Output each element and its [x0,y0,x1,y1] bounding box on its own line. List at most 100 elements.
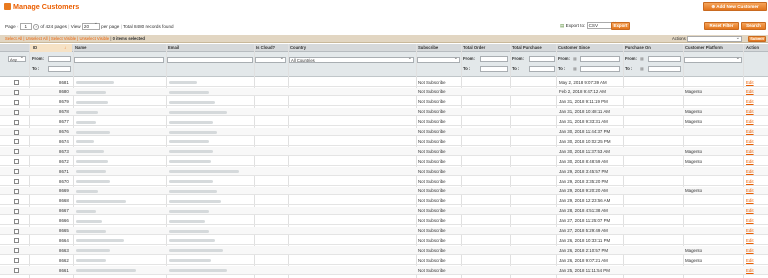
page-input[interactable]: 1 [19,23,32,31]
row-checkbox[interactable] [14,119,19,125]
name-filter-input[interactable] [74,57,164,63]
col-id[interactable]: ID [33,45,37,50]
export-button[interactable]: Export [611,22,630,30]
subscribe-select[interactable] [417,55,460,63]
edit-link[interactable]: Edit [746,218,754,223]
table-row[interactable]: 8677 Not Subscribe Jan 31, 2018 9:33:31 AM… [0,118,768,127]
row-checkbox[interactable] [14,129,19,135]
add-customer-button[interactable]: ⊕ Add New Customer [703,2,767,11]
table-row[interactable]: 8663 Not Subscribe Jan 26, 2018 2:10:57 PM… [0,246,768,255]
row-checkbox[interactable] [14,208,19,214]
row-checkbox[interactable] [14,198,19,204]
country-select[interactable]: All Countries [289,55,414,63]
table-row[interactable]: 8661 Not Subscribe Jan 25, 2018 11:11:54 P… [0,266,768,275]
calendar-icon[interactable]: ▦ [573,56,577,61]
col-country[interactable]: Country [290,45,306,50]
since-to-input[interactable] [580,66,620,72]
calendar-icon[interactable]: ▦ [640,66,644,71]
total-purchase-from[interactable] [529,56,555,62]
row-checkbox[interactable] [14,188,19,194]
row-checkbox[interactable] [14,218,19,224]
row-checkbox[interactable] [14,89,19,95]
search-button[interactable]: Search [741,22,766,30]
col-total-purchase[interactable]: Total Purchase [512,45,542,50]
col-customer-since[interactable]: Customer Since [558,45,590,50]
edit-link[interactable]: Edit [746,149,754,154]
col-name[interactable]: Name [75,45,86,50]
edit-link[interactable]: Edit [746,119,754,124]
table-row[interactable]: 8665 Not Subscribe Jan 27, 2018 5:29:49 AM… [0,226,768,236]
unselect-visible-link[interactable]: Unselect Visible [79,36,109,41]
row-checkbox[interactable] [14,169,19,175]
prev-page-icon[interactable]: ‹ [17,24,19,29]
table-row[interactable]: 8681 Not Subscribe May 2, 2018 9:07:39 AM E… [0,78,768,87]
edit-link[interactable]: Edit [746,159,754,164]
select-all-link[interactable]: Select All [5,36,22,41]
table-row[interactable]: 8680 Not Subscribe Feb 2, 2018 9:47:12 AM M… [0,87,768,97]
is-cloud-select[interactable] [255,55,286,63]
table-row[interactable]: 8666 Not Subscribe Jan 27, 2018 11:25:07 P… [0,217,768,226]
row-checkbox[interactable] [14,149,19,155]
next-page-icon[interactable]: › [33,23,40,30]
edit-link[interactable]: Edit [746,248,754,253]
edit-link[interactable]: Edit [746,228,754,233]
purchase-to-input[interactable] [648,66,681,72]
table-row[interactable]: 8669 Not Subscribe Jan 29, 2018 9:20:20 AM… [0,186,768,196]
edit-link[interactable]: Edit [746,198,754,203]
total-order-from[interactable] [480,56,508,62]
edit-link[interactable]: Edit [746,139,754,144]
total-purchase-to[interactable] [529,66,555,72]
table-row[interactable]: 8679 Not Subscribe Jan 31, 2018 9:11:19 PM… [0,98,768,107]
table-row[interactable]: 8668 Not Subscribe Jan 29, 2018 12:23:56 A… [0,197,768,206]
table-row[interactable]: 8674 Not Subscribe Jan 30, 2018 10:02:25 P… [0,137,768,146]
edit-link[interactable]: Edit [746,80,754,85]
table-row[interactable]: 8678 Not Subscribe Jan 31, 2018 10:48:11 A… [0,107,768,117]
since-from-input[interactable] [580,56,620,62]
col-subscribe[interactable]: Subscribe [418,45,438,50]
row-checkbox[interactable] [14,248,19,254]
row-checkbox[interactable] [14,139,19,145]
col-purchase-on[interactable]: Purchase On [625,45,651,50]
row-checkbox[interactable] [14,268,19,274]
table-row[interactable]: 8667 Not Subscribe Jan 28, 2018 4:51:38 AM… [0,206,768,216]
actions-select[interactable] [686,34,742,42]
edit-link[interactable]: Edit [746,208,754,213]
table-row[interactable]: 8662 Not Subscribe Jan 26, 2018 9:07:21 AM… [0,256,768,265]
submit-button[interactable]: Submit [748,36,766,42]
platform-select[interactable] [684,55,742,63]
col-email[interactable]: Email [168,45,179,50]
select-visible-link[interactable]: Select Visible [51,36,76,41]
edit-link[interactable]: Edit [746,179,754,184]
row-checkbox[interactable] [14,99,19,105]
id-to-input[interactable] [48,66,71,72]
row-checkbox[interactable] [14,258,19,264]
row-checkbox[interactable] [14,159,19,165]
edit-link[interactable]: Edit [746,169,754,174]
row-checkbox[interactable] [14,228,19,234]
table-row[interactable]: 8664 Not Subscribe Jan 26, 2018 10:33:11 P… [0,236,768,245]
id-from-input[interactable] [48,56,71,62]
any-select[interactable]: Any [8,54,26,62]
edit-link[interactable]: Edit [746,109,754,114]
table-row[interactable]: 8673 Not Subscribe Jan 30, 2018 11:37:53 A… [0,147,768,156]
edit-link[interactable]: Edit [746,188,754,193]
row-checkbox[interactable] [14,80,19,85]
row-checkbox[interactable] [14,179,19,184]
table-row[interactable]: 8670 Not Subscribe Jan 29, 2018 3:35:20 PM… [0,177,768,186]
col-is-cloud[interactable]: Is Cloud? [256,45,275,50]
reset-filter-button[interactable]: Reset Filter [704,22,739,30]
edit-link[interactable]: Edit [746,129,754,134]
table-row[interactable]: 8672 Not Subscribe Jan 30, 2018 8:48:59 AM… [0,157,768,166]
calendar-icon[interactable]: ▦ [573,66,577,71]
edit-link[interactable]: Edit [746,258,754,263]
purchase-from-input[interactable] [648,56,681,62]
row-checkbox[interactable] [14,109,19,115]
edit-link[interactable]: Edit [746,99,754,104]
email-filter-input[interactable] [167,57,253,63]
col-platform[interactable]: Customer Platform [685,45,723,50]
per-page-select[interactable]: 20 [81,21,100,31]
row-checkbox[interactable] [14,238,19,244]
calendar-icon[interactable]: ▦ [640,56,644,61]
table-row[interactable]: 8671 Not Subscribe Jan 29, 2018 3:45:57 PM… [0,167,768,176]
edit-link[interactable]: Edit [746,238,754,243]
